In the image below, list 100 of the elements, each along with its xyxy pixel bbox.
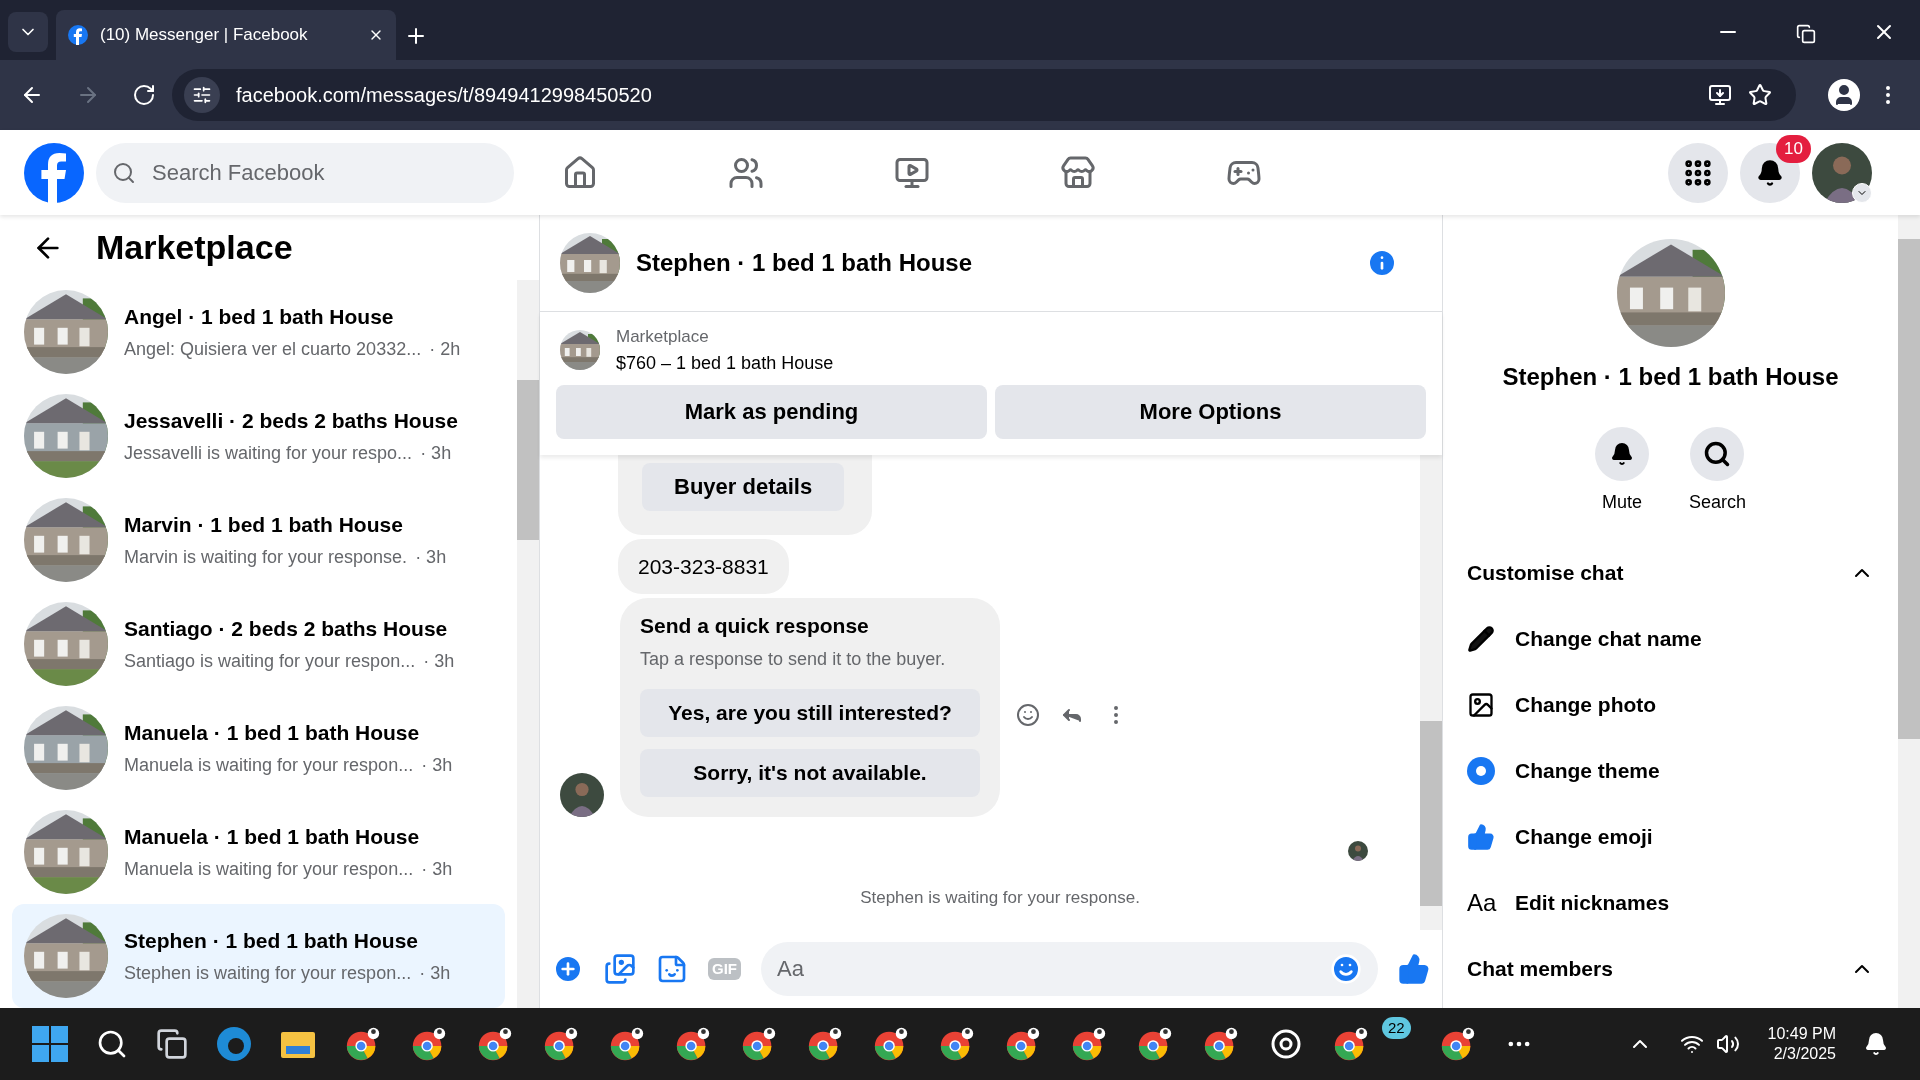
quick-reply-button[interactable]: Sorry, it's not available. [640, 748, 980, 797]
listing-action-button[interactable]: Mark as pending [556, 384, 987, 439]
photo-icon[interactable] [604, 953, 636, 985]
conversation-title: Jessavelli · 2 beds 2 baths House [124, 407, 458, 434]
conversation-item[interactable]: Manuela · 1 bed 1 bath House Manuela is waiting for your respon... · 3h [12, 696, 505, 800]
chrome-app-icon[interactable] [476, 1025, 514, 1063]
chrome-app-icon[interactable] [740, 1025, 778, 1063]
volume-icon [1715, 1032, 1740, 1056]
conversation-item[interactable]: Angel · 1 bed 1 bath House Angel: Quisiera ver el cuarto 20332... · 2h [12, 280, 505, 384]
search-icon[interactable] [96, 1028, 128, 1060]
thumbs-up-icon [1467, 823, 1495, 851]
react-icon[interactable] [1016, 702, 1040, 727]
windows-start-icon[interactable] [32, 1026, 68, 1062]
chrome-app-icon[interactable] [872, 1025, 910, 1063]
address-bar[interactable]: facebook.com/messages/t/8949412998450520 [172, 69, 1796, 121]
theme-icon [1467, 757, 1495, 785]
contact-name: Stephen · 1 bed 1 bath House [1502, 362, 1839, 392]
message-preview: Santiago is waiting for your respon... [124, 650, 416, 674]
status-text: Stephen is waiting for your response. [860, 886, 1140, 909]
buyer-details-button[interactable]: Buyer details [642, 462, 845, 511]
section-header[interactable]: Customise chat [1467, 540, 1874, 606]
sticker-icon[interactable] [656, 953, 688, 985]
message-time: · 2h [429, 338, 461, 362]
chrome-app-icon[interactable] [1070, 1025, 1108, 1063]
conversation-item[interactable]: Marvin · 1 bed 1 bath House Marvin is waiting for your response. · 3h [12, 488, 505, 592]
facebook-logo[interactable] [24, 142, 84, 203]
menu-item[interactable]: Change photo [1515, 689, 1657, 721]
chat-title: Stephen · 1 bed 1 bath House [636, 248, 974, 278]
avatar [560, 772, 604, 817]
chrome-app-icon[interactable] [938, 1025, 976, 1063]
chrome-app-icon[interactable] [806, 1025, 844, 1063]
conversation-item[interactable]: Santiago · 2 beds 2 baths House Santiago is waiting for your respon... · 3h [12, 592, 505, 696]
site-settings-button[interactable] [184, 77, 220, 113]
menu-item[interactable]: Edit nicknames [1515, 887, 1670, 919]
sidebar-title: Marketplace [96, 227, 293, 268]
message-time: · 3h [423, 650, 455, 674]
sliders-icon [192, 85, 212, 105]
clock-date: 2/3/2025 [1773, 1044, 1836, 1064]
search-button[interactable] [1690, 427, 1745, 481]
notification-bell-icon[interactable] [1864, 1032, 1888, 1056]
like-icon[interactable] [1398, 953, 1430, 985]
menu-item[interactable]: Change emoji [1515, 821, 1653, 853]
message-time: · 3h [421, 858, 453, 882]
chrome-app-icon[interactable] [608, 1025, 646, 1063]
mute-button[interactable] [1594, 427, 1649, 481]
quick-response-subtitle: Tap a response to send it to the buyer. [640, 647, 947, 671]
conversation-item[interactable]: Stephen · 1 bed 1 bath House Stephen is waiting for your respon... · 3h [12, 904, 505, 1008]
restore-icon[interactable] [1796, 24, 1816, 44]
conversation-title: Angel · 1 bed 1 bath House [124, 303, 395, 330]
section-header[interactable]: Chat members [1467, 936, 1874, 1002]
conversation-title: Santiago · 2 beds 2 baths House [124, 615, 449, 642]
emoji-icon[interactable] [1330, 953, 1362, 985]
chrome-app-icon[interactable] [542, 1025, 580, 1063]
overflow-badge: 22 [1382, 1016, 1411, 1040]
url-text: facebook.com/messages/t/8949412998450520 [236, 83, 653, 108]
scrollbar[interactable] [517, 280, 539, 1008]
listing-title: $760 – 1 bed 1 bath House [616, 351, 834, 375]
marketplace-icon[interactable] [1060, 154, 1096, 191]
chrome-app-icon[interactable] [1332, 1025, 1370, 1063]
section-title: Chat members [1467, 956, 1613, 983]
conversation-title: Manuela · 1 bed 1 bath House [124, 823, 421, 850]
search-icon [1703, 440, 1732, 468]
message-time: · 3h [415, 546, 447, 570]
quick-reply-button[interactable]: Yes, are you still interested? [640, 688, 980, 737]
task-view-icon[interactable] [156, 1028, 188, 1060]
avatar [1348, 840, 1368, 861]
conversation-title: Marvin · 1 bed 1 bath House [124, 511, 404, 538]
chrome-app-icon[interactable] [410, 1025, 448, 1063]
facebook-logo [68, 25, 88, 45]
install-icon[interactable] [1708, 83, 1732, 107]
message-input[interactable]: Aa [761, 942, 1378, 996]
message-bubble: 203-323-8831 [618, 538, 789, 594]
menu-item[interactable]: Change chat name [1515, 623, 1702, 655]
message-preview: Angel: Quisiera ver el cuarto 20332... [124, 338, 422, 362]
conversation-item[interactable]: Manuela · 1 bed 1 bath House Manuela is waiting for your respon... · 3h [12, 800, 505, 904]
pencil-icon [1467, 625, 1495, 653]
chrome-app-icon[interactable] [1136, 1025, 1174, 1063]
menu-item[interactable]: Change theme [1515, 755, 1660, 787]
message-time: · 3h [420, 442, 452, 466]
bookmark-star-icon[interactable] [1748, 83, 1772, 107]
chrome-app-icon[interactable] [674, 1025, 712, 1063]
conversation-item[interactable]: Jessavelli · 2 beds 2 baths House Jessavelli is waiting for your respo... · 3h [12, 384, 505, 488]
home-icon[interactable] [562, 154, 598, 191]
message-preview: Marvin is waiting for your response. [124, 546, 408, 570]
notification-badge: 10 [1776, 134, 1811, 163]
bell-icon [1756, 158, 1784, 187]
scrollbar[interactable] [1420, 454, 1442, 930]
search-field[interactable]: Search Facebook [96, 142, 514, 203]
chrome-app-icon[interactable] [344, 1025, 382, 1063]
photo-icon [1467, 691, 1495, 719]
chrome-app-icon[interactable] [1202, 1025, 1240, 1063]
listing-label: Marketplace [616, 326, 710, 348]
message-preview: Jessavelli is waiting for your respo... [124, 442, 413, 466]
scrollbar[interactable] [1898, 215, 1920, 1008]
browser-tab[interactable]: (10) Messenger | Facebook [56, 10, 396, 60]
profile-button[interactable] [1828, 79, 1860, 111]
chrome-app-icon[interactable] [1004, 1025, 1042, 1063]
listing-action-button[interactable]: More Options [995, 384, 1426, 439]
avatar [1812, 142, 1872, 203]
reload-icon[interactable] [132, 83, 156, 107]
